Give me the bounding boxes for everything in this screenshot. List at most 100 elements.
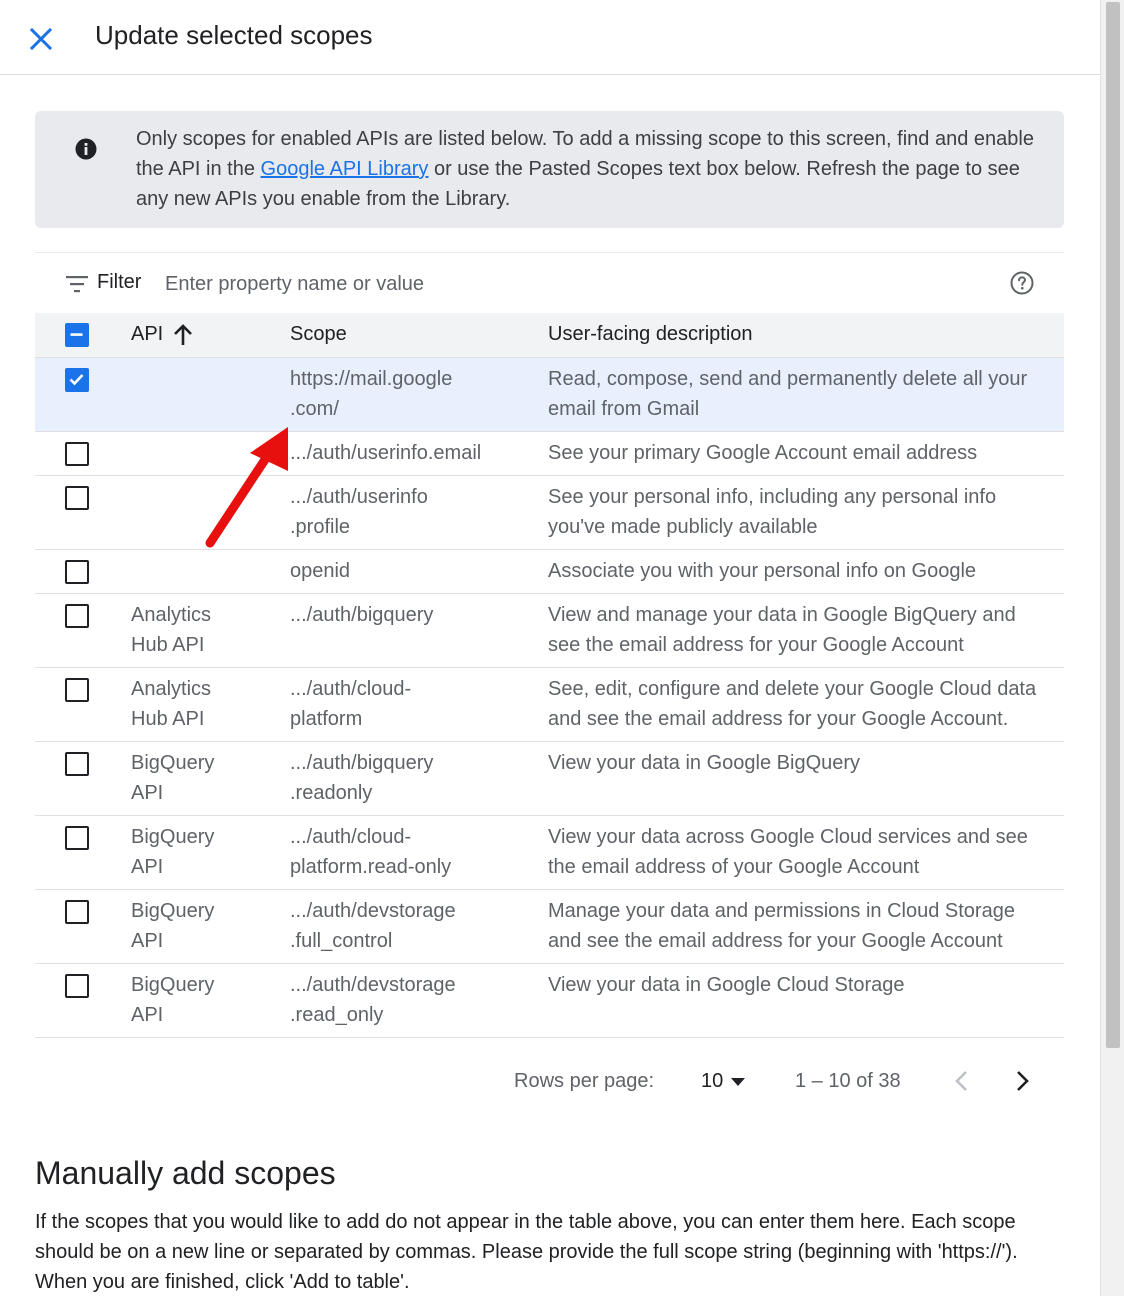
filter-icon [66, 276, 88, 293]
row-checkbox[interactable] [65, 485, 89, 510]
row-scope: .../auth/cloud- platform.read-only [290, 825, 452, 878]
row-checkbox-cell [35, 430, 131, 475]
row-checkbox[interactable] [65, 677, 89, 702]
row-checkbox[interactable] [65, 559, 89, 584]
table-row[interactable]: https://mail.google .com/Read, compose, … [35, 356, 1064, 431]
info-text: Only scopes for enabled APIs are listed … [136, 124, 1036, 214]
table-row[interactable]: .../auth/userinfo .profile See your perso… [35, 474, 1064, 549]
row-api [131, 432, 290, 445]
row-description-cell: Associate you with your personal info on… [548, 548, 1064, 593]
row-scope: https://mail.google .com/ [290, 367, 453, 420]
row-description: See, edit, configure and delete your Goo… [548, 677, 1037, 730]
column-header-description[interactable]: User-facing description [548, 313, 1064, 357]
close-button[interactable] [24, 22, 58, 56]
row-api-cell: BigQuery API [131, 814, 290, 889]
row-description-cell: Manage your data and permissions in Clou… [548, 888, 1064, 963]
row-checkbox-cell [35, 666, 131, 741]
filter-bar: Filter [35, 252, 1064, 314]
row-api: BigQuery API [131, 751, 215, 804]
checkmark-icon [69, 373, 84, 385]
table-row[interactable]: Analytics Hub API .../auth/cloud- platfor… [35, 666, 1064, 741]
row-checkbox[interactable] [65, 825, 89, 850]
rows-per-page-label: Rows per page: [514, 1070, 655, 1092]
row-description: View your data across Google Cloud servi… [548, 825, 1028, 878]
row-api-cell [131, 356, 290, 431]
row-description: View and manage your data in Google BigQ… [548, 603, 1016, 656]
row-api-cell: Analytics Hub API [131, 666, 290, 741]
manual-scopes-title: Manually add scopes [35, 1155, 336, 1191]
row-checkbox-cell [35, 888, 131, 963]
row-scope: .../auth/bigquery .readonly [290, 751, 434, 804]
table-row[interactable]: BigQuery API .../auth/cloud- platform.rea… [35, 814, 1064, 889]
row-scope: .../auth/devstorage .full_control [290, 899, 456, 952]
row-description-cell: View your data in Google BigQuery [548, 740, 1064, 815]
scrollbar-thumb[interactable] [1106, 2, 1120, 1048]
row-api-cell [131, 548, 290, 593]
table-row[interactable]: .../auth/userinfo.email See your primary … [35, 430, 1064, 475]
row-description: See your primary Google Account email ad… [548, 441, 978, 464]
row-description-cell: View your data in Google Cloud Storage [548, 962, 1064, 1038]
table-row[interactable]: Analytics Hub API .../auth/bigquery View a… [35, 592, 1064, 667]
row-checkbox-cell [35, 962, 131, 1038]
row-description: View your data in Google Cloud Storage [548, 973, 905, 996]
manual-scopes-description: If the scopes that you would like to add… [35, 1211, 1018, 1293]
table-body: https://mail.google .com/Read, compose, … [35, 356, 1064, 1038]
previous-page-button[interactable] [948, 1067, 976, 1095]
row-api-cell: BigQuery API [131, 888, 290, 963]
row-checkbox[interactable] [65, 973, 89, 998]
row-checkbox[interactable] [65, 441, 89, 466]
row-scope-cell: .../auth/devstorage .read_only [290, 962, 548, 1038]
row-checkbox-cell [35, 592, 131, 667]
row-checkbox-cell [35, 474, 131, 549]
table-row[interactable]: BigQuery API .../auth/bigquery .readonly V… [35, 740, 1064, 815]
scrollbar-track[interactable] [1100, 0, 1124, 1296]
column-header-api[interactable]: API [131, 313, 290, 357]
row-scope-cell: .../auth/devstorage .full_control [290, 888, 548, 963]
row-description-cell: See your personal info, including any pe… [548, 474, 1064, 549]
info-icon [75, 138, 97, 160]
row-scope-cell: .../auth/cloud- platform [290, 666, 548, 741]
row-checkbox-cell [35, 548, 131, 593]
select-all-checkbox[interactable] [65, 322, 89, 347]
google-api-library-link[interactable]: Google API Library [261, 158, 429, 180]
row-checkbox[interactable] [65, 751, 89, 776]
row-api: Analytics Hub API [131, 677, 212, 730]
row-description: Manage your data and permissions in Clou… [548, 899, 1015, 952]
row-checkbox[interactable] [65, 899, 89, 924]
row-scope: .../auth/devstorage .read_only [290, 973, 456, 1026]
row-scope: .../auth/cloud- platform [290, 677, 412, 730]
table-row[interactable]: BigQuery API .../auth/devstorage .full_co… [35, 888, 1064, 963]
row-checkbox[interactable] [65, 367, 89, 392]
row-checkbox[interactable] [65, 603, 89, 628]
arrow-up-icon [174, 323, 193, 345]
minus-icon [70, 333, 83, 336]
filter-label: Filter [97, 271, 142, 293]
dropdown-arrow-icon [731, 1077, 746, 1086]
page-range: 1 – 10 of 38 [795, 1070, 901, 1092]
filter-input[interactable] [165, 267, 965, 301]
table-header-row: API Scope User-facing description [35, 313, 1064, 357]
scopes-table: API Scope User-facing description https:… [35, 313, 1064, 1038]
row-scope-cell: .../auth/bigquery [290, 592, 548, 667]
row-scope: .../auth/bigquery [290, 603, 434, 626]
column-header-api-label: API [131, 323, 164, 346]
row-description: See your personal info, including any pe… [548, 485, 997, 538]
row-scope-cell: .../auth/bigquery .readonly [290, 740, 548, 815]
row-api: Analytics Hub API [131, 603, 212, 656]
row-api: BigQuery API [131, 973, 215, 1026]
row-description-cell: View and manage your data in Google BigQ… [548, 592, 1064, 667]
rows-per-page-select[interactable]: 10 [701, 1070, 746, 1093]
row-api [131, 358, 290, 371]
help-icon[interactable] [1010, 271, 1034, 295]
table-row[interactable]: openid Associate you with your personal i… [35, 548, 1064, 593]
column-header-scope[interactable]: Scope [290, 313, 548, 357]
row-description-cell: See your primary Google Account email ad… [548, 430, 1064, 475]
row-description-cell: See, edit, configure and delete your Goo… [548, 666, 1064, 741]
row-scope: .../auth/userinfo.email [290, 441, 482, 464]
table-row[interactable]: BigQuery API .../auth/devstorage .read_on… [35, 962, 1064, 1038]
row-api [131, 550, 290, 563]
pagination: Rows per page: 10 1 – 10 of 38 [35, 1057, 1064, 1107]
next-page-button[interactable] [1008, 1067, 1036, 1095]
page-title: Update selected scopes [95, 20, 373, 50]
row-scope: openid [290, 559, 351, 582]
